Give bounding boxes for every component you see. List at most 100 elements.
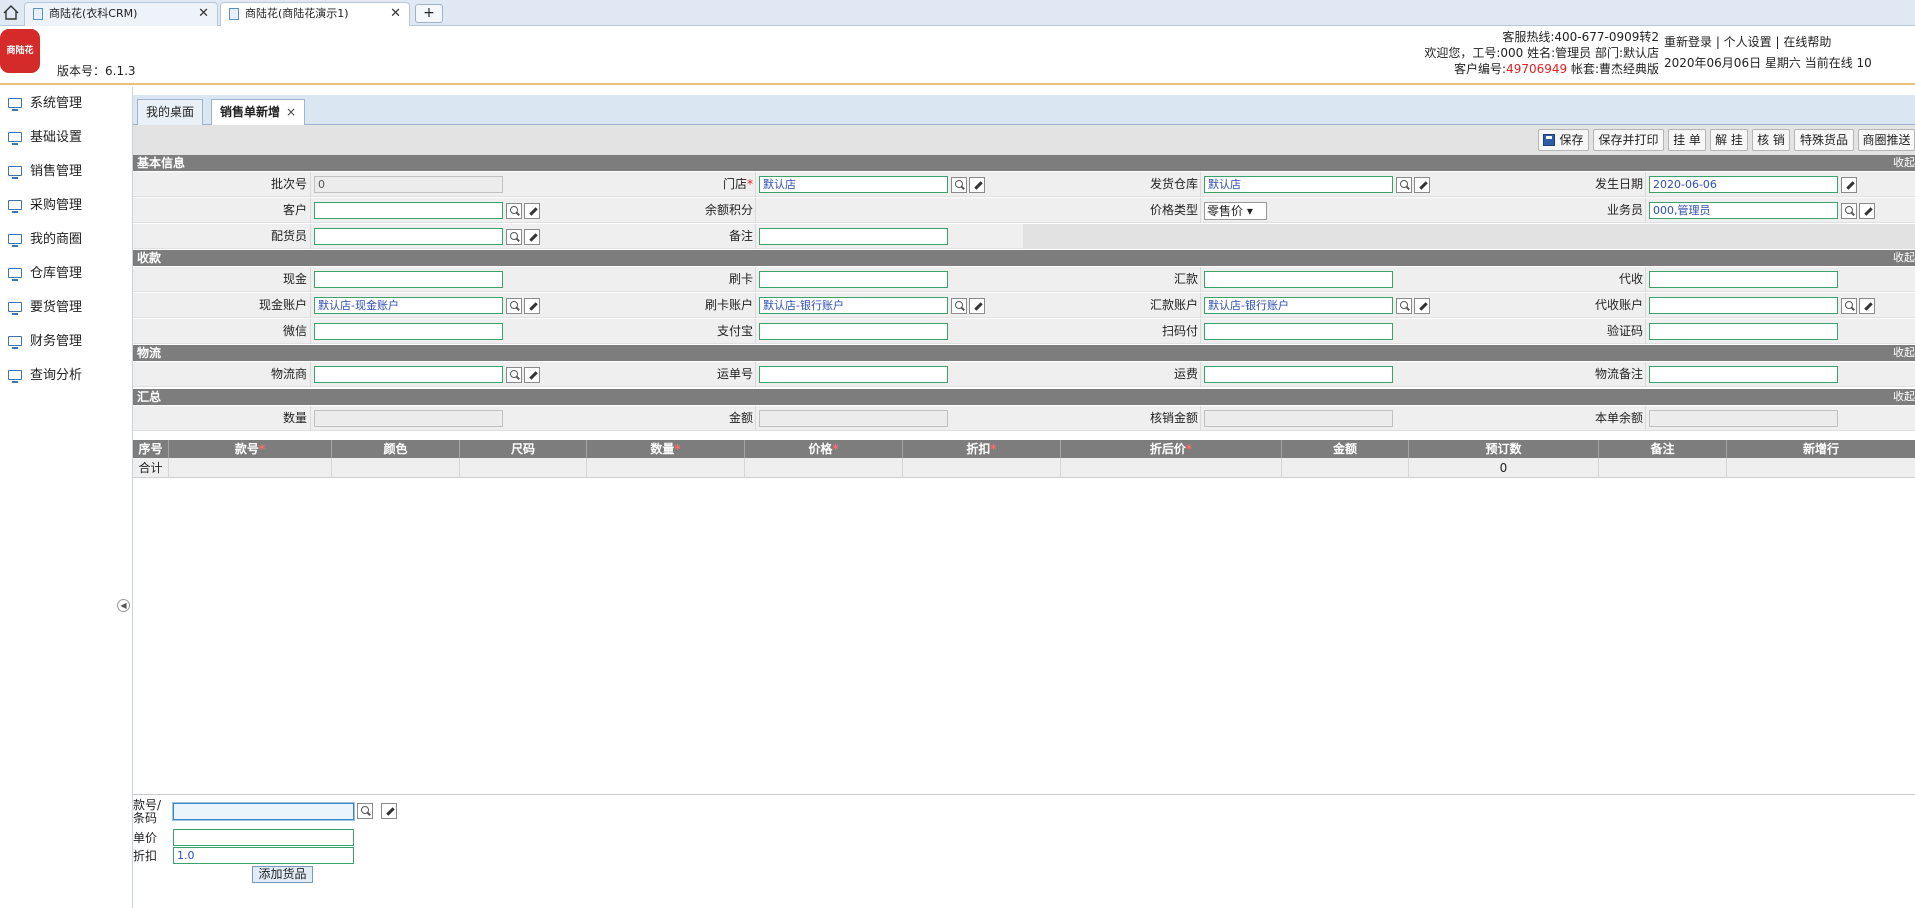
column-header[interactable]: 价格* xyxy=(745,440,903,458)
field-label: 备注 xyxy=(728,229,753,243)
edit-icon[interactable] xyxy=(1859,298,1875,314)
field-label-cell: 金额 xyxy=(578,406,756,431)
column-header[interactable]: 折扣* xyxy=(903,440,1061,458)
empty-area xyxy=(1023,224,1915,249)
tab-new-sales-order[interactable]: 销售单新增 × xyxy=(211,99,306,125)
section-summary: 汇总 收起 xyxy=(133,389,1915,405)
form-row: 数量 金额 核销金额 本单余额 xyxy=(133,406,1915,431)
column-header[interactable]: 序号 xyxy=(133,440,169,458)
verify-button[interactable]: 核 销 xyxy=(1752,129,1790,151)
browser-tab-crm[interactable]: 商陆花(衣科CRM) ✕ xyxy=(24,2,218,26)
verify-code-field[interactable] xyxy=(1649,323,1838,340)
search-icon[interactable] xyxy=(357,803,373,819)
column-header[interactable]: 备注 xyxy=(1599,440,1727,458)
calendar-icon[interactable] xyxy=(1841,177,1857,193)
browser-tab-demo[interactable]: 商陆花(商陆花演示1) ✕ xyxy=(220,2,410,26)
remark-field[interactable] xyxy=(759,228,948,245)
edit-icon[interactable] xyxy=(381,803,397,819)
divider xyxy=(133,794,1915,795)
collect-account-field[interactable] xyxy=(1649,297,1838,314)
field-label: 核销金额 xyxy=(1149,411,1198,425)
sidebar-item-label: 仓库管理 xyxy=(30,266,83,281)
monitor-icon xyxy=(8,234,22,247)
style-code-label: 款号/ 条码 xyxy=(133,799,161,825)
new-tab-button[interactable]: + xyxy=(415,4,443,23)
main-content: 我的桌面 销售单新增 × 保存 保存并打印 挂 单 解 挂 核 销 特殊货品 商圈… xyxy=(133,87,1915,908)
sidebar-item-circle[interactable]: 我的商圈 xyxy=(0,225,132,255)
logistics-remark-field[interactable] xyxy=(1649,366,1838,383)
sidebar-item-label: 查询分析 xyxy=(30,368,83,383)
section-title: 物流 xyxy=(137,346,162,360)
date-field[interactable]: 2020-06-06 xyxy=(1649,176,1838,193)
field-label: 微信 xyxy=(282,324,307,338)
total-cell xyxy=(460,458,587,478)
special-goods-button[interactable]: 特殊货品 xyxy=(1794,129,1854,151)
salesman-field[interactable]: 000,管理员 xyxy=(1649,202,1838,219)
sidebar-item-sales[interactable]: 销售管理 xyxy=(0,157,132,187)
unhang-order-button[interactable]: 解 挂 xyxy=(1710,129,1748,151)
save-print-button[interactable]: 保存并打印 xyxy=(1593,129,1664,151)
field-label: 刷卡账户 xyxy=(704,298,753,312)
close-icon[interactable]: ✕ xyxy=(390,3,401,25)
discount-input[interactable]: 1.0 xyxy=(173,847,354,864)
sidebar-item-query[interactable]: 查询分析 xyxy=(0,361,132,391)
field-label: 物流商 xyxy=(270,367,307,381)
fold-link[interactable]: 收起 xyxy=(1893,250,1915,266)
field-label-cell: 汇款账户 xyxy=(1023,293,1201,318)
home-icon[interactable] xyxy=(3,5,19,20)
column-header[interactable]: 新增行 xyxy=(1727,440,1915,458)
column-header[interactable]: 折后价* xyxy=(1061,440,1282,458)
sidebar-item-requisition[interactable]: 要货管理 xyxy=(0,293,132,323)
column-header[interactable]: 数量* xyxy=(587,440,745,458)
fold-link[interactable]: 收起 xyxy=(1893,389,1915,405)
close-icon[interactable]: × xyxy=(286,105,296,119)
hang-order-button[interactable]: 挂 单 xyxy=(1668,129,1706,151)
style-code-input[interactable] xyxy=(173,803,354,820)
sidebar-item-basic[interactable]: 基础设置 xyxy=(0,123,132,153)
header-link-group[interactable]: 重新登录 | 个人设置 | 在线帮助 xyxy=(1664,32,1872,53)
fold-link[interactable]: 收起 xyxy=(1893,345,1915,361)
field-label-cell: 物流备注 xyxy=(1468,362,1646,387)
user-info: 客服热线:400-677-0909转2 欢迎您，工号:000 姓名:管理员 部门… xyxy=(1424,29,1659,77)
field-label: 客户 xyxy=(282,203,307,217)
total-cell xyxy=(1061,458,1282,478)
browser-tab-label: 商陆花(商陆花演示1) xyxy=(245,7,349,20)
fold-link[interactable]: 收起 xyxy=(1893,155,1915,171)
field-label-cell: 批次号 xyxy=(133,172,311,197)
column-header[interactable]: 款号* xyxy=(169,440,332,458)
total-cell xyxy=(1599,458,1727,478)
toolbar: 保存 保存并打印 挂 单 解 挂 核 销 特殊货品 商圈推送 xyxy=(133,125,1915,155)
circle-push-button[interactable]: 商圈推送 xyxy=(1858,129,1915,151)
column-header[interactable]: 预订数 xyxy=(1409,440,1599,458)
form-row: 现金 刷卡 汇款 代收 xyxy=(133,267,1915,292)
field-label: 业务员 xyxy=(1606,203,1643,217)
field-label-cell: 支付宝 xyxy=(578,319,756,344)
column-header[interactable]: 颜色 xyxy=(332,440,460,458)
search-icon[interactable] xyxy=(1841,203,1857,219)
tab-desktop[interactable]: 我的桌面 xyxy=(137,99,204,125)
form-row: 微信 支付宝 扫码付 验证码 xyxy=(133,319,1915,344)
sidebar-item-purchase[interactable]: 采购管理 xyxy=(0,191,132,221)
column-header[interactable]: 尺码 xyxy=(460,440,587,458)
sidebar-item-warehouse[interactable]: 仓库管理 xyxy=(0,259,132,289)
field-label-cell: 业务员 xyxy=(1468,198,1646,223)
field-label-cell: 备注 xyxy=(578,224,756,249)
sidebar-item-finance[interactable]: 财务管理 xyxy=(0,327,132,357)
unit-price-input[interactable] xyxy=(173,829,354,846)
required-mark: * xyxy=(747,177,753,191)
search-icon[interactable] xyxy=(1841,298,1857,314)
collect-field[interactable] xyxy=(1649,271,1838,288)
collapse-sidebar-icon[interactable]: ◀ xyxy=(117,599,130,612)
field-label: 汇款账户 xyxy=(1149,298,1198,312)
field-label-cell: 数量 xyxy=(133,406,311,431)
field-label: 代收 xyxy=(1618,272,1643,286)
save-button[interactable]: 保存 xyxy=(1538,129,1589,151)
monitor-icon xyxy=(8,132,22,145)
field-label-cell: 门店* xyxy=(578,172,756,197)
field-label-cell: 配货员 xyxy=(133,224,311,249)
add-goods-button[interactable]: 添加货品 xyxy=(252,866,313,883)
edit-icon[interactable] xyxy=(1859,203,1875,219)
sidebar-item-system[interactable]: 系统管理 xyxy=(0,89,132,119)
column-header[interactable]: 金额 xyxy=(1282,440,1409,458)
close-icon[interactable]: ✕ xyxy=(198,3,209,25)
